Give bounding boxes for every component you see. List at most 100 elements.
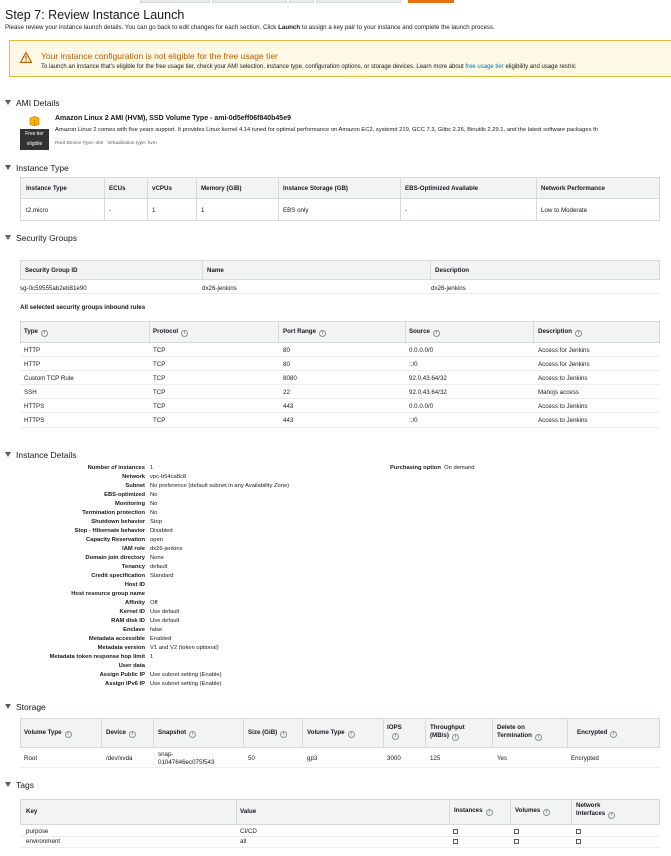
col-snapshot: Snapshot i: [158, 729, 197, 738]
detail-label: Assign Public IP: [99, 672, 145, 678]
rule-source: 0.0.0.0/0: [409, 403, 434, 410]
section-storage[interactable]: Storage: [5, 702, 46, 712]
volumes-checkbox[interactable]: [514, 829, 519, 834]
section-security-groups[interactable]: Security Groups: [5, 233, 77, 243]
info-icon[interactable]: i: [64, 731, 72, 738]
info-icon[interactable]: i: [485, 809, 493, 816]
cell-delete-on-termination: Yes: [497, 755, 508, 762]
cell-sg-name: dx26-jenkins: [202, 285, 237, 292]
col-device: Device i: [106, 729, 136, 738]
cell-ecus: -: [109, 207, 112, 214]
detail-label: IAM role: [122, 546, 145, 552]
col-protocol: Protocol i: [153, 328, 189, 337]
detail-value: Standard: [150, 573, 174, 579]
table-header: [20, 260, 660, 280]
detail-value: Use default: [150, 618, 180, 624]
detail-label: Metadata version: [97, 645, 145, 651]
wizard-step-tab[interactable]: [212, 0, 287, 3]
cell-instance-type: t2.micro: [26, 207, 49, 214]
volumes-checkbox[interactable]: [514, 839, 519, 844]
rule-source: ::/0: [409, 361, 418, 368]
detail-value: false: [150, 627, 163, 633]
warning-icon: [20, 52, 32, 63]
collapse-triangle-icon: [5, 782, 11, 787]
info-icon[interactable]: i: [392, 733, 399, 740]
info-icon[interactable]: i: [128, 731, 136, 738]
rule-source: 92.0.43.64/32: [409, 375, 447, 382]
alert-text: To launch an instance that's eligible fo…: [41, 64, 576, 70]
section-instance-type[interactable]: Instance Type: [5, 163, 69, 173]
instances-checkbox[interactable]: [453, 829, 458, 834]
free-tier-eligible-badge: Free tier eligible: [20, 129, 49, 150]
col-port-range: Port Range i: [283, 328, 327, 337]
info-icon[interactable]: i: [610, 731, 618, 738]
detail-label: Number of instances: [87, 465, 145, 471]
detail-label: Host ID: [124, 582, 145, 588]
detail-value: Disabled: [150, 528, 173, 534]
free-tier-warning-alert: Your instance configuration is not eligi…: [9, 40, 671, 77]
info-icon[interactable]: i: [543, 809, 551, 816]
rule-type: SSH: [24, 389, 37, 396]
section-tags[interactable]: Tags: [5, 780, 34, 790]
info-icon[interactable]: i: [181, 330, 189, 337]
cell-network-performance: Low to Moderate: [541, 207, 588, 214]
info-icon[interactable]: i: [432, 330, 440, 337]
free-usage-tier-link[interactable]: free usage tier: [465, 64, 503, 70]
section-instance-details[interactable]: Instance Details: [5, 450, 76, 460]
cell-throughput: 125: [430, 755, 441, 762]
detail-label: Stop - Hibernate behavior: [74, 528, 145, 534]
section-ami-details[interactable]: AMI Details: [5, 98, 59, 108]
detail-label: User data: [118, 663, 145, 669]
info-icon[interactable]: i: [280, 731, 288, 738]
ami-name: Amazon Linux 2 AMI (HVM), SSD Volume Typ…: [55, 115, 291, 122]
info-icon[interactable]: i: [40, 330, 48, 337]
cell-volume-type: Root: [24, 755, 38, 762]
info-icon[interactable]: i: [189, 731, 197, 738]
detail-value: Enabled: [150, 636, 172, 642]
detail-label: Enclave: [123, 627, 145, 633]
instances-checkbox[interactable]: [453, 839, 458, 844]
col-key: Key: [26, 808, 38, 815]
ami-description: Amazon Linux 2 comes with five years sup…: [55, 127, 598, 133]
info-icon[interactable]: i: [319, 330, 327, 337]
cell-memory: 1: [201, 207, 205, 214]
rule-protocol: TCP: [153, 361, 166, 368]
info-icon[interactable]: i: [608, 812, 616, 819]
network-interfaces-checkbox[interactable]: [576, 839, 581, 844]
tag-value: all: [240, 838, 247, 845]
wizard-step-tab[interactable]: [140, 0, 210, 3]
col-iops: IOPS i: [387, 724, 402, 740]
collapse-triangle-icon: [5, 235, 11, 240]
col-rule-description: Description i: [538, 328, 583, 337]
detail-label: Capacity Reservation: [86, 537, 145, 543]
detail-label: Metadata token response hop limit: [49, 654, 145, 660]
col-size: Size (GiB) i: [248, 729, 288, 738]
tag-key: purpose: [26, 828, 49, 835]
detail-value: Use subnet setting (Enable): [150, 672, 222, 678]
detail-label: Kernel ID: [119, 609, 145, 615]
detail-label: Shutdown behavior: [91, 519, 145, 525]
info-icon[interactable]: i: [451, 734, 459, 741]
cell-device: /dev/xvda: [106, 755, 133, 762]
network-interfaces-checkbox[interactable]: [576, 829, 581, 834]
info-icon[interactable]: i: [347, 731, 355, 738]
detail-value: No: [150, 510, 158, 516]
rule-source: ::/0: [409, 417, 418, 424]
detail-label: Assign IPv6 IP: [105, 681, 145, 687]
wizard-step-tab-active[interactable]: [408, 0, 454, 3]
rule-type: HTTPS: [24, 403, 45, 410]
rule-source: 0.0.0.0/0: [409, 347, 434, 354]
info-icon[interactable]: i: [534, 734, 542, 741]
page-subtitle: Please review your instance launch detai…: [5, 24, 495, 31]
rule-type: HTTPS: [24, 417, 45, 424]
cell-instance-storage: EBS only: [283, 207, 309, 214]
rule-port-range: 8080: [283, 375, 297, 382]
info-icon[interactable]: i: [575, 330, 583, 337]
detail-value: Use subnet setting (Enable): [150, 681, 222, 687]
detail-label: RAM disk ID: [111, 618, 145, 624]
wizard-step-tab[interactable]: [316, 0, 401, 3]
alert-title: Your instance configuration is not eligi…: [41, 51, 278, 61]
wizard-step-tab[interactable]: [289, 0, 314, 3]
rule-source: 92.0.43.64/32: [409, 389, 447, 396]
detail-label: Subnet: [125, 483, 145, 489]
